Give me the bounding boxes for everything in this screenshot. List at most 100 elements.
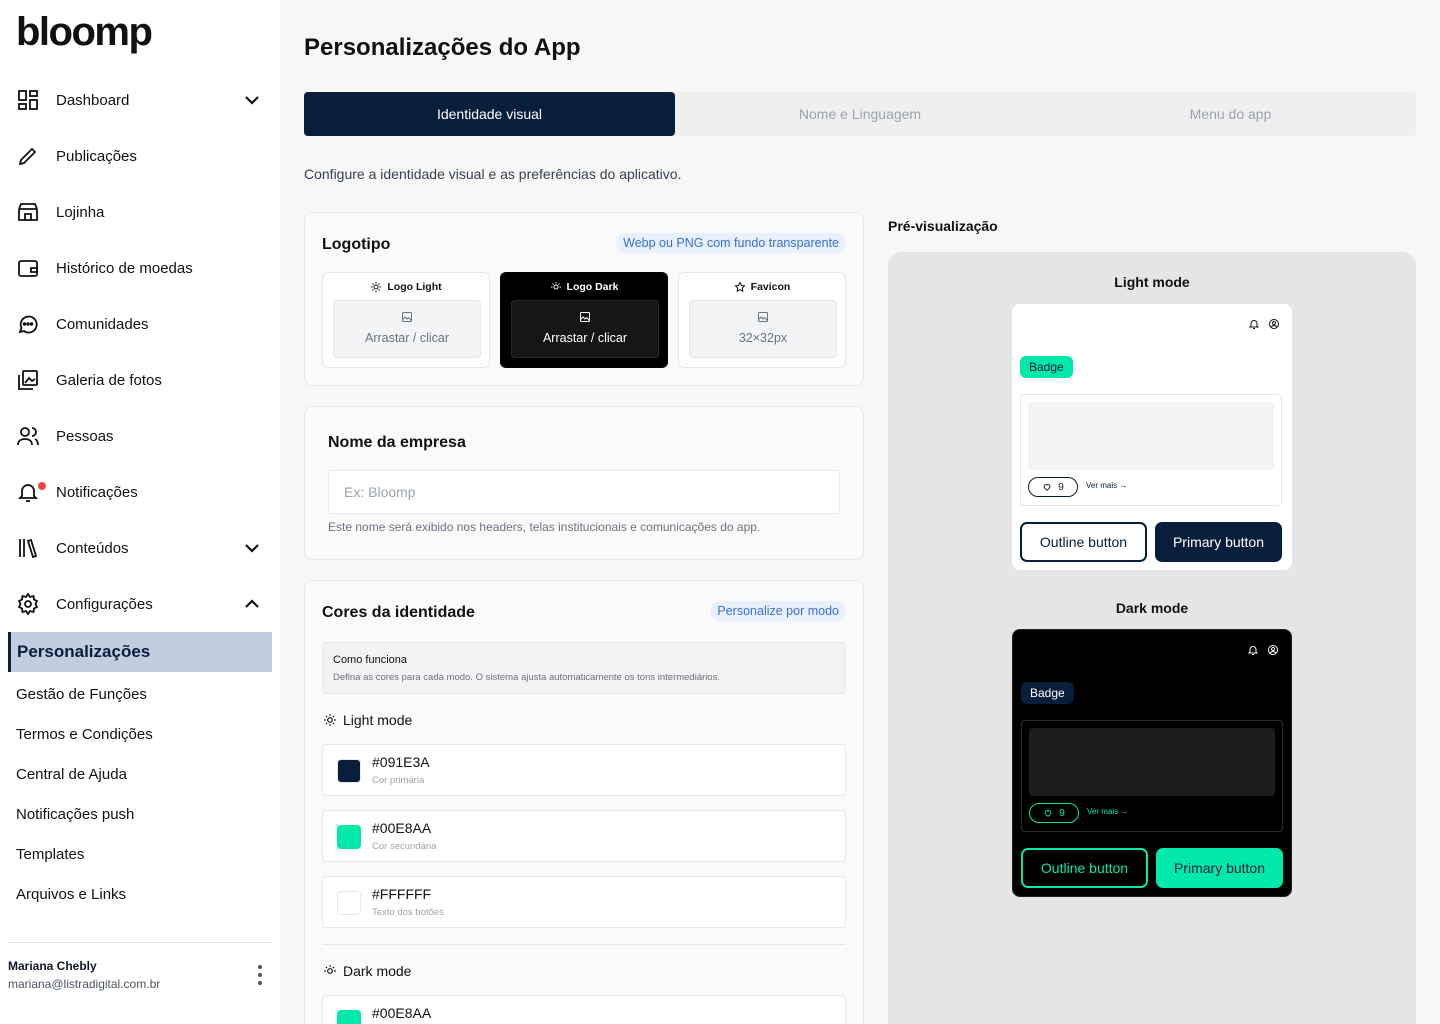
grid-icon <box>16 88 40 112</box>
page-subtitle: Configure a identidade visual e as prefe… <box>304 166 682 182</box>
hint-badge: Webp ou PNG com fundo transparente <box>616 233 846 253</box>
dropzone[interactable]: Arrastar / clicar <box>333 300 481 358</box>
store-icon <box>16 200 40 224</box>
see-more-link[interactable]: Ver mais → <box>1086 481 1127 490</box>
preview-dark-title: Dark mode <box>1115 600 1189 616</box>
image-icon <box>580 312 590 322</box>
sidebar-subitem-termos[interactable]: Termos e Condições <box>16 726 153 743</box>
user-circle-icon <box>1268 645 1278 655</box>
sidebar-item-publicacoes[interactable]: Publicações <box>16 136 264 176</box>
tab-nome-linguagem[interactable]: Nome e Linguagem <box>675 92 1045 136</box>
sidebar-item-label: Pessoas <box>56 427 114 445</box>
logo-dark-upload[interactable]: Logo Dark Arrastar / clicar <box>500 272 668 368</box>
sun-icon <box>371 282 382 292</box>
image-placeholder <box>1028 402 1274 470</box>
company-name-input[interactable]: Ex: Bloomp <box>328 470 840 514</box>
sidebar-item-comunidades[interactable]: Comunidades <box>16 304 264 344</box>
color-swatch[interactable] <box>337 1010 361 1024</box>
chevron-up-icon[interactable] <box>240 592 264 616</box>
divider <box>8 942 272 943</box>
color-swatch[interactable] <box>337 759 361 783</box>
sidebar-subitem-notificacoes-push[interactable]: Notificações push <box>16 806 134 823</box>
sidebar-item-label: Comunidades <box>56 315 149 333</box>
sidebar-item-galeria-fotos[interactable]: Galeria de fotos <box>16 360 264 400</box>
sidebar-item-label: Lojinha <box>56 203 105 221</box>
preview-card: 9 Ver mais → <box>1020 394 1282 506</box>
like-button[interactable]: 9 <box>1029 803 1079 823</box>
color-row-button-text[interactable]: #FFFFFF Texto dos botões <box>322 876 846 928</box>
moon-sun-icon <box>550 282 561 290</box>
helper-text: Este nome será exibido nos headers, tela… <box>328 520 761 534</box>
sidebar-item-configuracoes[interactable]: Configurações <box>16 584 264 624</box>
sidebar-item-label: Conteúdos <box>56 539 129 557</box>
sidebar-item-conteudos[interactable]: Conteúdos <box>16 528 264 568</box>
preview-badge: Badge <box>1021 682 1074 704</box>
sidebar-item-label: Galeria de fotos <box>56 371 162 389</box>
sidebar-item-lojinha[interactable]: Lojinha <box>16 192 264 232</box>
see-more-link[interactable]: Ver mais → <box>1087 807 1128 816</box>
image-placeholder <box>1029 728 1275 796</box>
tab-identidade-visual[interactable]: Identidade visual <box>304 92 675 136</box>
logo-light-upload[interactable]: Logo Light Arrastar / clicar <box>322 272 490 368</box>
sidebar-subitem-personalizacoes[interactable]: Personalizações <box>8 632 272 672</box>
like-button[interactable]: 9 <box>1028 477 1078 497</box>
card-title: Logotipo <box>322 236 391 253</box>
color-row-secondary[interactable]: #00E8AA Cor secundária <box>322 810 846 862</box>
company-card: Nome da empresa Ex: Bloomp Este nome ser… <box>304 406 864 560</box>
preview-panel: Light mode Badge 9 Ver mais → Outline bu… <box>888 252 1416 1024</box>
info-box: Como funciona Defina as cores para cada … <box>322 642 846 694</box>
colors-card: Cores da identidade Personalize por modo… <box>304 580 864 1024</box>
wallet-icon <box>16 256 40 280</box>
sidebar-item-label: Publicações <box>56 147 137 165</box>
outline-button[interactable]: Outline button <box>1021 848 1148 888</box>
chevron-down-icon[interactable] <box>240 88 264 112</box>
light-mode-label: Light mode <box>323 712 412 728</box>
sidebar-subitem-templates[interactable]: Templates <box>16 846 84 863</box>
sidebar-item-dashboard[interactable]: Dashboard <box>16 80 264 120</box>
sidebar-item-label: Configurações <box>56 595 153 613</box>
chevron-down-icon[interactable] <box>240 536 264 560</box>
card-title: Nome da empresa <box>328 434 466 451</box>
dropzone[interactable]: Arrastar / clicar <box>511 300 659 358</box>
app-logo[interactable]: bloomp <box>16 10 153 55</box>
page-title: Personalizações do App <box>304 34 581 61</box>
gear-icon <box>16 592 40 616</box>
chat-icon <box>16 312 40 336</box>
image-icon <box>758 312 768 322</box>
bell-icon <box>16 480 40 504</box>
sidebar-subitem-arquivos-links[interactable]: Arquivos e Links <box>16 886 126 903</box>
color-swatch[interactable] <box>337 825 361 849</box>
notification-dot <box>38 482 46 490</box>
color-swatch[interactable] <box>337 891 361 915</box>
divider <box>322 944 846 945</box>
preview-card: 9 Ver mais → <box>1021 720 1283 832</box>
sidebar-item-pessoas[interactable]: Pessoas <box>16 416 264 456</box>
heart-icon <box>1044 810 1052 817</box>
pencil-icon <box>16 144 40 168</box>
sidebar-subitem-central-ajuda[interactable]: Central de Ajuda <box>16 766 127 783</box>
logo-card: Logotipo Webp ou PNG com fundo transpare… <box>304 212 864 386</box>
primary-button[interactable]: Primary button <box>1156 848 1283 888</box>
primary-button[interactable]: Primary button <box>1155 522 1282 562</box>
dropzone[interactable]: 32×32px <box>689 300 837 358</box>
user-email: mariana@listradigital.com.br <box>8 977 161 991</box>
bell-icon <box>1247 646 1259 655</box>
tab-menu-app[interactable]: Menu do app <box>1045 92 1416 136</box>
star-icon <box>734 281 746 293</box>
sidebar-subitem-gestao-funcoes[interactable]: Gestão de Funções <box>16 686 147 703</box>
photo-gallery-icon <box>16 368 40 392</box>
sidebar-item-notificacoes[interactable]: Notificações <box>16 472 264 512</box>
kebab-menu-icon[interactable] <box>250 964 270 986</box>
color-row-primary[interactable]: #091E3A Cor primária <box>322 744 846 796</box>
preview-light-title: Light mode <box>1114 274 1190 290</box>
dark-mode-label: Dark mode <box>323 963 411 979</box>
user-circle-icon <box>1269 319 1279 329</box>
color-row-dark-primary[interactable]: #00E8AA <box>322 995 846 1024</box>
favicon-upload[interactable]: Favicon 32×32px <box>678 272 846 368</box>
people-icon <box>16 424 40 448</box>
sidebar-item-historico-moedas[interactable]: Histórico de moedas <box>16 248 264 288</box>
outline-button[interactable]: Outline button <box>1020 522 1147 562</box>
heart-icon <box>1043 484 1051 491</box>
image-icon <box>402 312 412 322</box>
card-title: Cores da identidade <box>322 604 475 621</box>
